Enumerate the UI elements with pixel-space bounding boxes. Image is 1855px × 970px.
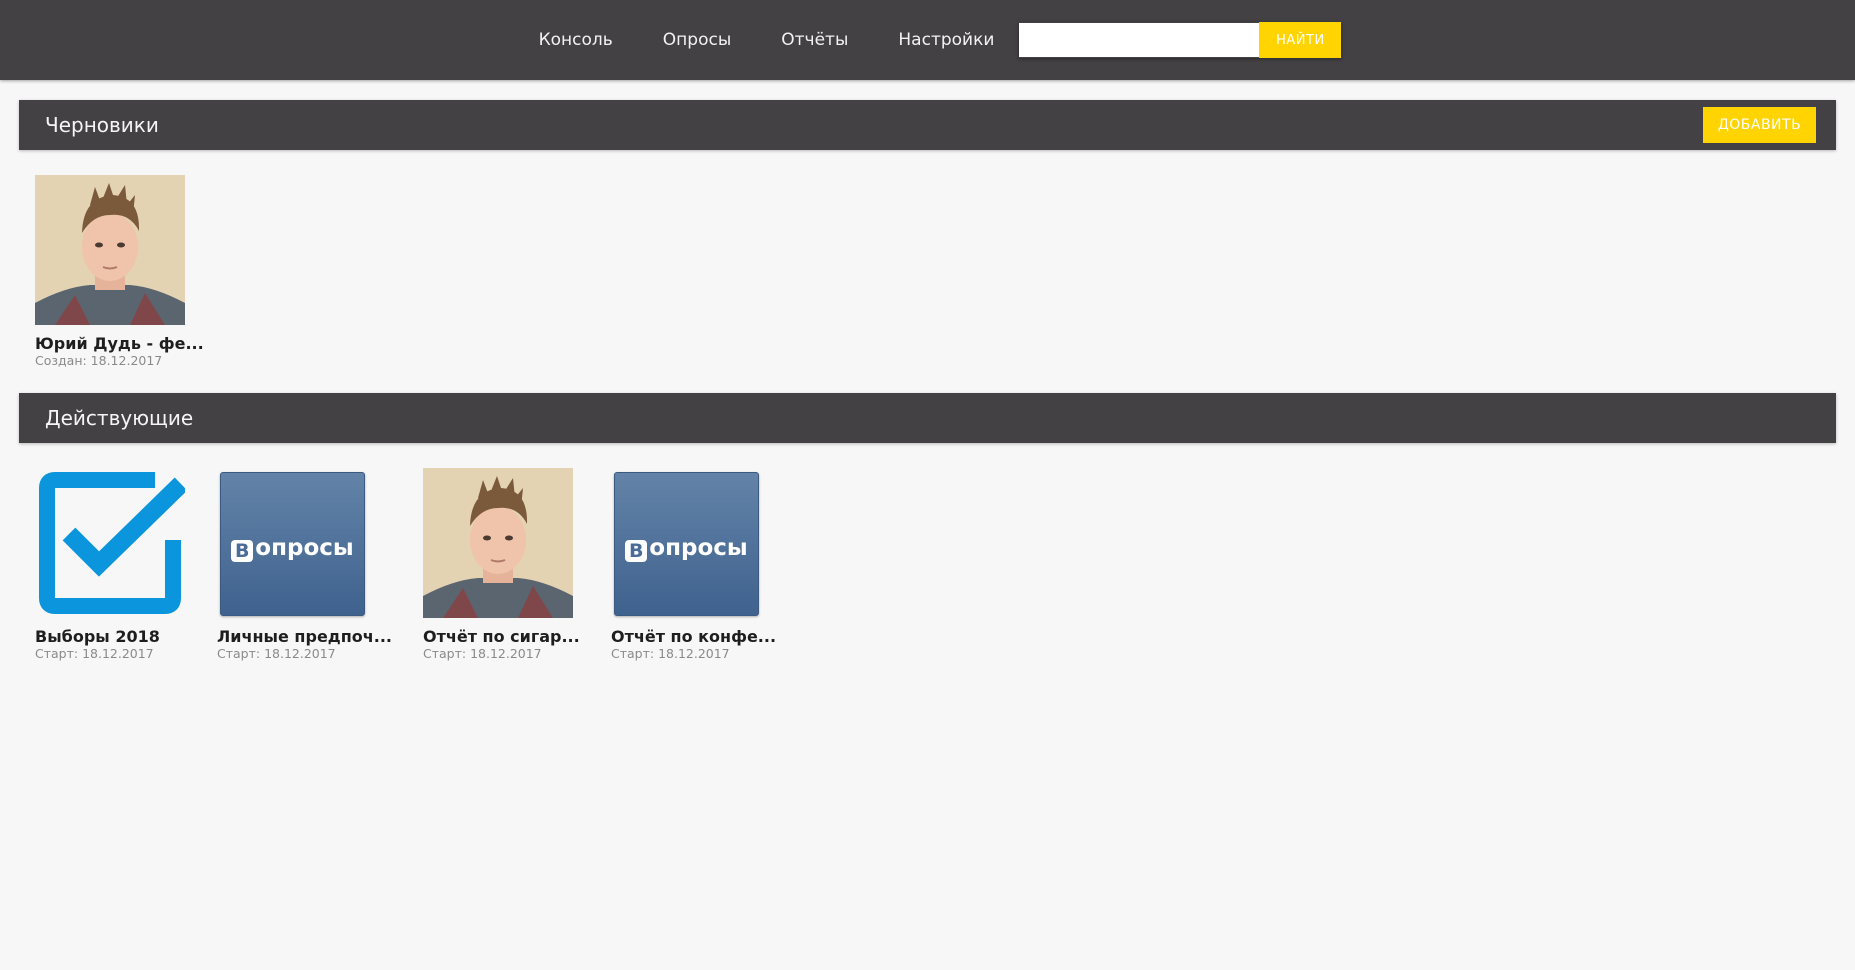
main-nav: Консоль Опросы Отчёты Настройки НАЙТИ bbox=[0, 0, 1855, 80]
nav-console[interactable]: Консоль bbox=[539, 30, 613, 50]
vk-logo-letter: В bbox=[625, 540, 648, 562]
card-date: Старт: 18.12.2017 bbox=[217, 646, 336, 661]
card-title: Личные предпоч... bbox=[217, 627, 392, 646]
vk-polls-logo: Вопросы bbox=[220, 472, 365, 616]
card-date: Старт: 18.12.2017 bbox=[611, 646, 730, 661]
drafts-header: Черновики ДОБАВИТЬ bbox=[19, 100, 1836, 150]
vk-logo-text: опросы bbox=[649, 535, 748, 561]
search-form: НАЙТИ bbox=[1019, 22, 1342, 58]
vk-polls-logo: Вопросы bbox=[614, 472, 759, 616]
card-date: Создан: 18.12.2017 bbox=[35, 353, 163, 368]
active-card[interactable]: Вопросы Личные предпоч... Старт: 18.12.2… bbox=[217, 468, 407, 668]
active-card[interactable]: Вопросы Отчёт по конфе... Старт: 18.12.2… bbox=[611, 468, 801, 668]
card-title: Юрий Дудь - фе... bbox=[35, 334, 204, 353]
portrait-image bbox=[423, 468, 573, 618]
card-title: Отчёт по сигар... bbox=[423, 627, 580, 646]
nav-polls[interactable]: Опросы bbox=[663, 30, 731, 50]
drafts-title: Черновики bbox=[45, 113, 159, 137]
nav-settings[interactable]: Настройки bbox=[898, 30, 994, 50]
vk-logo: Вопросы bbox=[221, 535, 364, 562]
active-title: Действующие bbox=[45, 406, 194, 430]
card-title: Выборы 2018 bbox=[35, 627, 160, 646]
checkbox-icon bbox=[35, 468, 185, 618]
vk-logo-text: опросы bbox=[255, 535, 354, 561]
card-date: Старт: 18.12.2017 bbox=[35, 646, 154, 661]
active-header: Действующие bbox=[19, 393, 1836, 443]
search-button[interactable]: НАЙТИ bbox=[1259, 22, 1342, 58]
card-date: Старт: 18.12.2017 bbox=[423, 646, 542, 661]
nav-reports[interactable]: Отчёты bbox=[781, 30, 848, 50]
top-bar: Консоль Опросы Отчёты Настройки НАЙТИ bbox=[0, 0, 1855, 80]
card-title: Отчёт по конфе... bbox=[611, 627, 777, 646]
add-button[interactable]: ДОБАВИТЬ bbox=[1703, 107, 1816, 143]
portrait-image bbox=[35, 175, 185, 325]
vk-logo: Вопросы bbox=[615, 535, 758, 562]
active-card[interactable]: Выборы 2018 Старт: 18.12.2017 bbox=[35, 468, 205, 668]
draft-card[interactable]: Юрий Дудь - фе... Создан: 18.12.2017 bbox=[35, 175, 215, 375]
search-input[interactable] bbox=[1019, 23, 1260, 57]
vk-logo-letter: В bbox=[231, 540, 254, 562]
active-card[interactable]: Отчёт по сигар... Старт: 18.12.2017 bbox=[423, 468, 603, 668]
